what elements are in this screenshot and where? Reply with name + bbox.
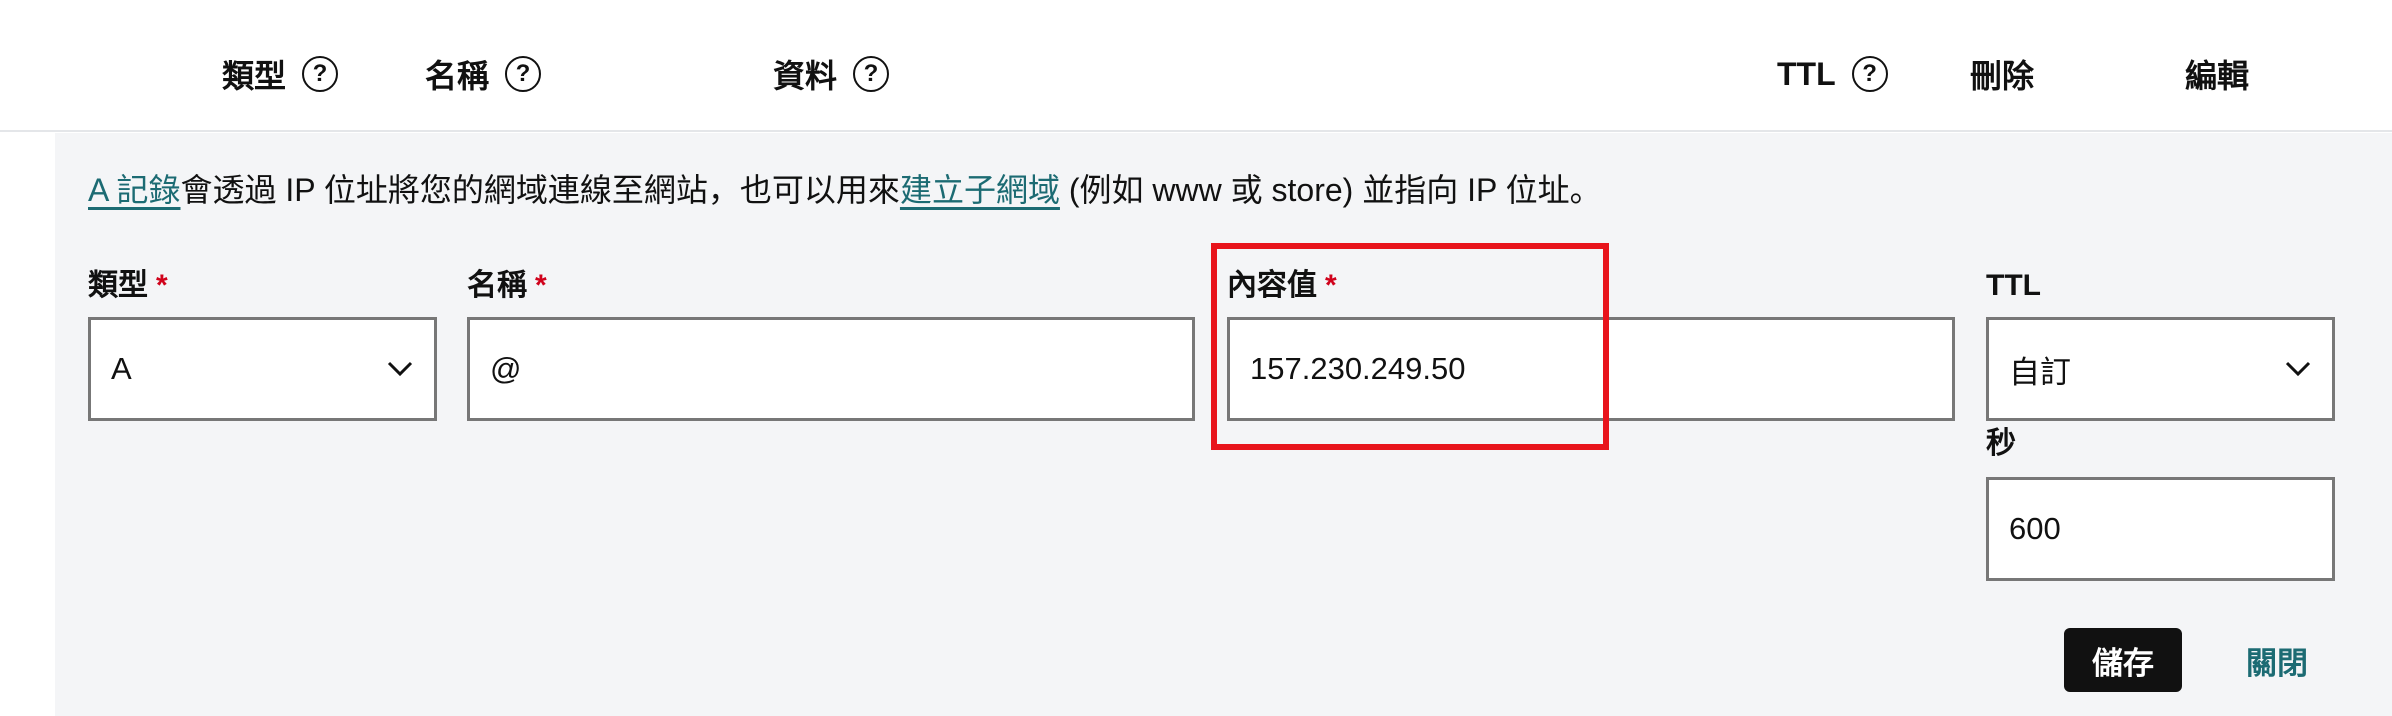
- header-type: 類型 ?: [222, 50, 339, 98]
- header-delete-label: 刪除: [1970, 58, 2035, 94]
- question-circle-icon[interactable]: ?: [505, 56, 542, 92]
- seconds-input[interactable]: 600: [1986, 477, 2335, 581]
- content-value-text: 157.230.249.50: [1250, 351, 1466, 386]
- info-text-1: 會透過 IP 位址將您的網域連線至網站，也可以用來: [180, 172, 900, 208]
- header-data-label: 資料: [773, 58, 838, 94]
- type-select-value: A: [111, 351, 132, 386]
- header-data: 資料 ?: [773, 50, 890, 98]
- question-circle-icon[interactable]: ?: [853, 56, 890, 92]
- required-asterisk: *: [535, 269, 547, 302]
- required-asterisk: *: [156, 269, 168, 302]
- header-delete: 刪除: [1970, 50, 2034, 98]
- header-edit: 編輯: [2185, 50, 2249, 98]
- name-field-label: 名稱 *: [467, 269, 547, 302]
- question-circle-icon[interactable]: ?: [1851, 56, 1888, 92]
- records-table-header: 類型 ? 名稱 ? 資料 ? TTL ? 刪除 編輯: [0, 0, 2392, 132]
- type-select[interactable]: A: [88, 317, 437, 421]
- info-text-2: (例如 www 或 store) 並指向 IP 位址。: [1059, 172, 1602, 208]
- a-record-link[interactable]: A 記錄: [88, 172, 180, 208]
- chevron-down-icon: [386, 355, 414, 383]
- required-asterisk: *: [1325, 269, 1337, 302]
- header-type-label: 類型: [222, 58, 287, 94]
- content-value-input[interactable]: 157.230.249.50: [1227, 317, 1955, 421]
- type-field-label: 類型 *: [88, 269, 168, 302]
- a-record-info-text: A 記錄會透過 IP 位址將您的網域連線至網站，也可以用來建立子網域 (例如 w…: [88, 168, 1602, 212]
- header-name: 名稱 ?: [425, 50, 542, 98]
- header-ttl-label: TTL: [1777, 55, 1836, 92]
- header-ttl: TTL ?: [1777, 50, 1888, 98]
- ttl-select-value: 自訂: [2009, 354, 2071, 390]
- content-field-label: 內容值 *: [1227, 269, 1337, 302]
- name-input[interactable]: @: [467, 317, 1195, 421]
- chevron-down-icon: [2284, 355, 2312, 383]
- create-subdomain-link[interactable]: 建立子網域: [900, 172, 1060, 208]
- header-name-label: 名稱: [425, 58, 490, 94]
- ttl-select[interactable]: 自訂: [1986, 317, 2335, 421]
- seconds-input-value: 600: [2009, 511, 2061, 546]
- save-button[interactable]: 儲存: [2064, 628, 2182, 692]
- ttl-field-label: TTL: [1986, 269, 2041, 302]
- name-input-value: @: [490, 351, 522, 386]
- record-edit-panel: [55, 133, 2392, 716]
- close-button[interactable]: 關閉: [2218, 628, 2336, 692]
- header-edit-label: 編輯: [2185, 58, 2250, 94]
- question-circle-icon[interactable]: ?: [302, 56, 339, 92]
- seconds-label: 秒: [1986, 427, 2016, 460]
